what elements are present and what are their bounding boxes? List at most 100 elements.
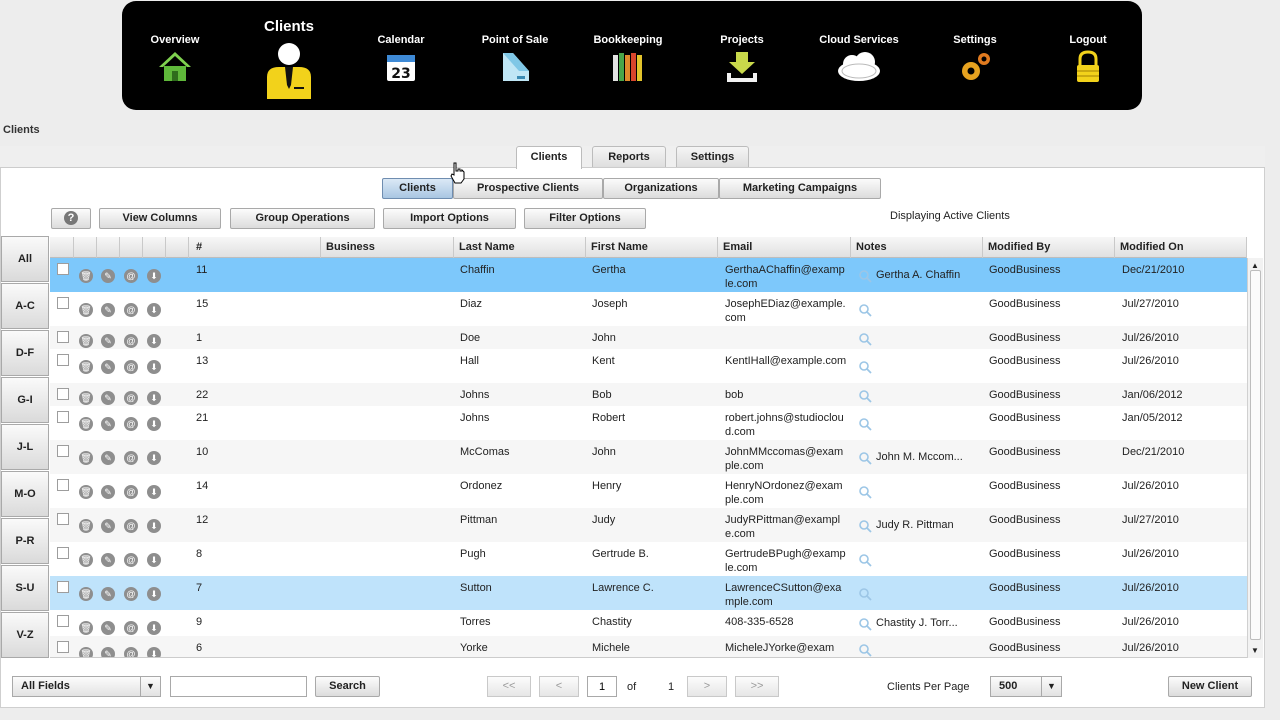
search-input[interactable] [170,676,307,697]
email-icon[interactable]: @ [124,360,138,374]
note-search-icon[interactable] [858,617,872,631]
tab-reports[interactable]: Reports [592,146,666,167]
download-icon[interactable]: ⬇ [147,621,161,635]
note-search-icon[interactable] [858,269,872,283]
search-button[interactable]: Search [315,676,380,697]
download-icon[interactable]: ⬇ [147,587,161,601]
note-search-icon[interactable] [858,417,872,431]
edit-icon[interactable]: ✎ [101,391,115,405]
edit-icon[interactable]: ✎ [101,553,115,567]
table-row[interactable]: 🗑 ✎ @ ⬇ 10 McComas John JohnMMccomas@example.co… [50,440,1247,474]
nav-cloud-services[interactable]: Cloud Services [804,1,914,110]
table-row[interactable]: 🗑 ✎ @ ⬇ 6 Yorke Michele MicheleJYorke@exam GoodB… [50,636,1247,657]
import-options-button[interactable]: Import Options [383,208,516,229]
table-row[interactable]: 🗑 ✎ @ ⬇ 13 Hall Kent KentIHall@example.com GoodB… [50,349,1247,383]
delete-icon[interactable]: 🗑 [79,360,93,374]
nav-point-of-sale[interactable]: Point of Sale [460,1,570,110]
delete-icon[interactable]: 🗑 [79,303,93,317]
download-icon[interactable]: ⬇ [147,391,161,405]
alpha-filter-a-c[interactable]: A-C [1,283,49,329]
email-icon[interactable]: @ [124,519,138,533]
delete-icon[interactable]: 🗑 [79,587,93,601]
email-icon[interactable]: @ [124,647,138,657]
row-checkbox[interactable] [57,513,69,525]
email-icon[interactable]: @ [124,417,138,431]
edit-icon[interactable]: ✎ [101,621,115,635]
note-search-icon[interactable] [858,643,872,657]
table-row[interactable]: 🗑 ✎ @ ⬇ 8 Pugh Gertrude B. GertrudeBPugh@exampl… [50,542,1247,576]
edit-icon[interactable]: ✎ [101,417,115,431]
nav-projects[interactable]: Projects [687,1,797,110]
tab-clients[interactable]: Clients [516,146,582,169]
filter-options-button[interactable]: Filter Options [524,208,646,229]
download-icon[interactable]: ⬇ [147,269,161,283]
download-icon[interactable]: ⬇ [147,360,161,374]
email-icon[interactable]: @ [124,269,138,283]
download-icon[interactable]: ⬇ [147,451,161,465]
edit-icon[interactable]: ✎ [101,451,115,465]
tab-settings[interactable]: Settings [676,146,749,167]
alpha-filter-j-l[interactable]: J-L [1,424,49,470]
email-icon[interactable]: @ [124,334,138,348]
download-icon[interactable]: ⬇ [147,519,161,533]
nav-bookkeeping[interactable]: Bookkeeping [573,1,683,110]
table-row[interactable]: 🗑 ✎ @ ⬇ 21 Johns Robert robert.johns@studioclou… [50,406,1247,440]
row-checkbox[interactable] [57,547,69,559]
note-search-icon[interactable] [858,519,872,533]
note-search-icon[interactable] [858,303,872,317]
row-checkbox[interactable] [57,331,69,343]
delete-icon[interactable]: 🗑 [79,553,93,567]
column-header-modified-on[interactable]: Modified On [1115,237,1247,258]
next-page-button[interactable]: > [687,676,727,697]
search-field-select[interactable]: All Fields ▼ [12,676,161,697]
row-checkbox[interactable] [57,581,69,593]
edit-icon[interactable]: ✎ [101,519,115,533]
email-icon[interactable]: @ [124,451,138,465]
column-header-number[interactable]: # [189,237,321,258]
per-page-select[interactable]: 500 ▼ [990,676,1062,697]
edit-icon[interactable]: ✎ [101,334,115,348]
download-icon[interactable]: ⬇ [147,417,161,431]
row-checkbox[interactable] [57,263,69,275]
delete-icon[interactable]: 🗑 [79,334,93,348]
help-button[interactable]: ? [51,208,91,229]
download-icon[interactable]: ⬇ [147,553,161,567]
table-row[interactable]: 🗑 ✎ @ ⬇ 11 Chaffin Gertha GerthaAChaffin@exampl… [50,258,1247,292]
subtab-organizations[interactable]: Organizations [603,178,719,199]
alpha-filter-p-r[interactable]: P-R [1,518,49,564]
last-page-button[interactable]: >> [735,676,779,697]
table-row[interactable]: 🗑 ✎ @ ⬇ 15 Diaz Joseph JosephEDiaz@example.com G… [50,292,1247,326]
row-checkbox[interactable] [57,479,69,491]
scroll-up-icon[interactable]: ▲ [1251,261,1259,270]
delete-icon[interactable]: 🗑 [79,647,93,657]
nav-calendar[interactable]: Calendar 23 [346,1,456,110]
download-icon[interactable]: ⬇ [147,334,161,348]
alpha-filter-s-u[interactable]: S-U [1,565,49,611]
row-checkbox[interactable] [57,445,69,457]
note-search-icon[interactable] [858,451,872,465]
edit-icon[interactable]: ✎ [101,303,115,317]
download-icon[interactable]: ⬇ [147,303,161,317]
column-header-last-name[interactable]: Last Name [454,237,586,258]
delete-icon[interactable]: 🗑 [79,391,93,405]
table-row[interactable]: 🗑 ✎ @ ⬇ 7 Sutton Lawrence C. LawrenceCSutton@ex… [50,576,1247,610]
delete-icon[interactable]: 🗑 [79,621,93,635]
alpha-filter-all[interactable]: All [1,236,49,282]
note-search-icon[interactable] [858,553,872,567]
page-number-input[interactable] [587,676,617,697]
delete-icon[interactable]: 🗑 [79,451,93,465]
column-header-modified-by[interactable]: Modified By [983,237,1115,258]
header-select[interactable] [50,237,74,258]
subtab-marketing-campaigns[interactable]: Marketing Campaigns [719,178,881,199]
email-icon[interactable]: @ [124,485,138,499]
nav-logout[interactable]: Logout [1033,1,1143,110]
table-row[interactable]: 🗑 ✎ @ ⬇ 14 Ordonez Henry HenryNOrdonez@example.… [50,474,1247,508]
column-header-notes[interactable]: Notes [851,237,983,258]
row-checkbox[interactable] [57,354,69,366]
table-row[interactable]: 🗑 ✎ @ ⬇ 1 Doe John GoodBusiness Jul/26/2010 [50,326,1247,349]
subtab-clients[interactable]: Clients [382,178,453,199]
delete-icon[interactable]: 🗑 [79,269,93,283]
edit-icon[interactable]: ✎ [101,587,115,601]
alpha-filter-d-f[interactable]: D-F [1,330,49,376]
subtab-prospective-clients[interactable]: Prospective Clients [453,178,603,199]
